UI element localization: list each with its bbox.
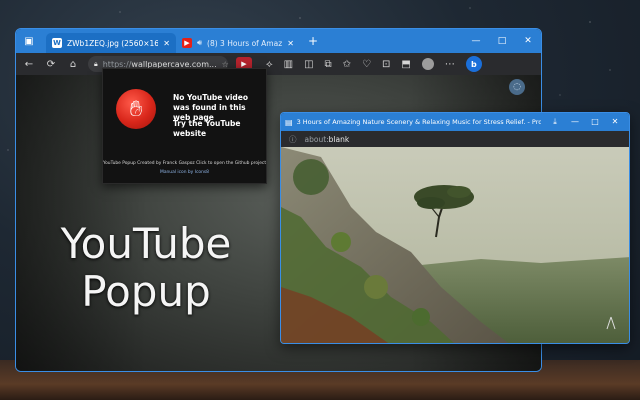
minimize-button[interactable]: — (565, 117, 585, 127)
toolbar-extensions: ⟡ ▥ ◫ ⧉ ✩ ♡ ⊡ ⬒ ⋯ b (266, 56, 482, 72)
try-youtube-link[interactable]: Try the YouTube website (173, 119, 265, 139)
icon-credit-link[interactable]: Manual icon by Icons8 (103, 170, 266, 175)
popup-title-bar: ▤ 3 Hours of Amazing Nature Scenery & Re… (281, 113, 629, 131)
document-icon: ▤ (285, 117, 293, 127)
download-icon[interactable]: ⤓ (545, 117, 565, 127)
collections-icon[interactable]: ⧉ (325, 59, 332, 70)
window-controls: — □ ✕ (463, 36, 541, 46)
tab-bar: ▣ W ZWb1ZEQ.jpg (2560×1600) ✕ ▶ 🔊︎ (8) 3… (16, 29, 541, 53)
split-screen-icon[interactable]: ◫ (304, 59, 313, 70)
refresh-icon[interactable]: ⟳ (44, 59, 58, 70)
screenshot-icon[interactable]: ⊡ (382, 59, 390, 70)
more-menu-icon[interactable]: ⋯ (445, 59, 455, 70)
navigation-toolbar: ← ⟳ ⌂ 🔒︎ https://wallpapercave.com... ☆ … (16, 53, 541, 75)
copilot-icon[interactable]: b (465, 56, 482, 72)
tab-youtube[interactable]: ▶ 🔊︎ (8) 3 Hours of Amazing Nat ✕ (176, 33, 300, 53)
new-tab-button[interactable]: + (308, 34, 318, 48)
extension-icon[interactable]: ⬒ (401, 59, 410, 70)
credit-link[interactable]: YouTube Popup Created by Franck Gaspoz C… (103, 161, 266, 166)
profile-avatar[interactable] (421, 58, 434, 70)
tab-wallpaper[interactable]: W ZWb1ZEQ.jpg (2560×1600) ✕ (46, 33, 176, 53)
favorites-icon[interactable]: ✩ (343, 59, 351, 70)
close-tab-icon[interactable]: ✕ (163, 39, 170, 48)
home-icon[interactable]: ⌂ (66, 59, 80, 70)
floating-extension-icon[interactable]: ◌ (509, 79, 525, 95)
wallpapercave-favicon-icon: W (52, 38, 62, 48)
speaker-icon: 🔊︎ (197, 38, 203, 47)
address-value: blank (328, 134, 350, 144)
video-popup-window: ▤ 3 Hours of Amazing Nature Scenery & Re… (280, 112, 630, 344)
popup-address-bar: ⓘ about:blank (281, 131, 629, 147)
maximize-button[interactable]: □ (585, 117, 605, 127)
back-icon[interactable]: ← (22, 59, 36, 70)
popup-window-controls: ⤓ — □ ✕ (545, 117, 625, 127)
tab-label: ZWb1ZEQ.jpg (2560×1600) (67, 38, 159, 48)
nature-scene-image (281, 147, 629, 343)
video-player[interactable] (281, 147, 629, 343)
tab-actions-icon[interactable]: ▣ (22, 34, 36, 48)
close-button[interactable]: ✕ (605, 117, 625, 127)
address-scheme: about: (304, 134, 329, 144)
tab-label: (8) 3 Hours of Amazing Nat (207, 38, 283, 48)
minimize-button[interactable]: — (463, 36, 489, 46)
page-title-line-2: Popup (81, 267, 211, 316)
close-tab-icon[interactable]: ✕ (287, 39, 294, 48)
reading-view-icon[interactable]: ▥ (284, 59, 293, 70)
close-button[interactable]: ✕ (515, 36, 541, 46)
popup-title: 3 Hours of Amazing Nature Scenery & Rela… (296, 118, 541, 126)
youtube-favicon-icon: ▶ (182, 38, 192, 48)
maximize-button[interactable]: □ (489, 36, 515, 46)
extension-popup: ✋︎ No YouTube video was found in this we… (102, 68, 267, 184)
lock-icon: 🔒︎ (94, 59, 98, 68)
stop-hand-icon: ✋︎ (116, 89, 156, 129)
page-title: YouTube Popup (16, 220, 276, 316)
browser-essentials-icon[interactable]: ♡ (362, 59, 371, 70)
info-icon[interactable]: ⓘ (289, 134, 297, 145)
page-title-line-1: YouTube (60, 219, 232, 268)
